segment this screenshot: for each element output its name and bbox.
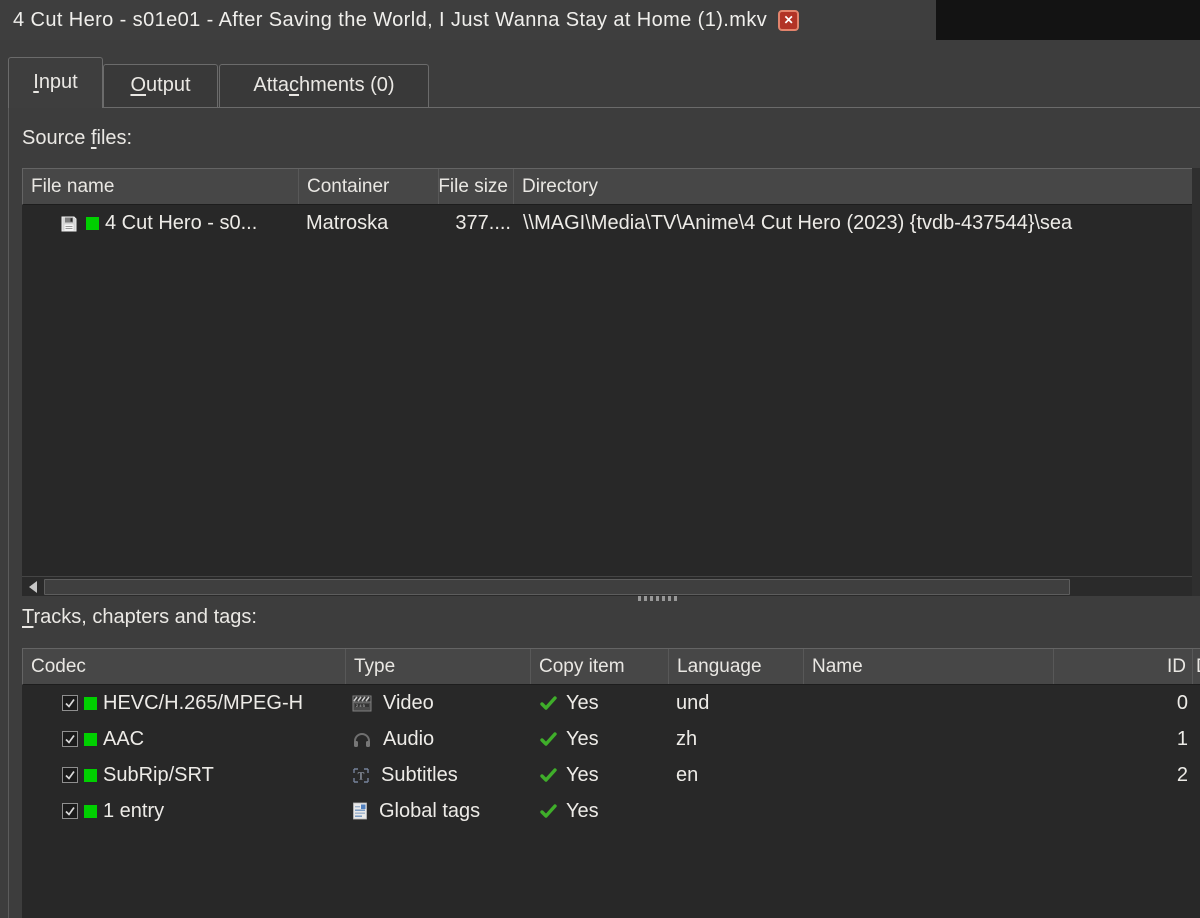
- column-header-file-size[interactable]: File size: [439, 169, 514, 204]
- track-language: und: [668, 685, 803, 721]
- video-icon: 2 4 5: [352, 695, 372, 712]
- column-header-codec[interactable]: Codec: [23, 649, 346, 684]
- track-checkbox[interactable]: [62, 767, 78, 783]
- yes-check-icon: [540, 696, 557, 711]
- tab-pane-left-border: [8, 107, 9, 918]
- track-row-global-tags[interactable]: 1 entry Global tags: [22, 793, 1200, 829]
- splitter-handle[interactable]: [638, 596, 677, 601]
- track-id: 2: [1053, 757, 1192, 793]
- tab-attachments-label-post: hments (0): [299, 74, 395, 96]
- track-status-square: [84, 733, 97, 746]
- tab-attachments[interactable]: Attachments (0): [219, 64, 429, 107]
- column-header-file-name[interactable]: File name: [23, 169, 299, 204]
- source-file-row[interactable]: 4 Cut Hero - s0... Matroska 377.... \\MA…: [22, 205, 1192, 242]
- svg-text:2 4 5: 2 4 5: [356, 703, 366, 708]
- tab-output-label-post: utput: [146, 74, 190, 96]
- track-id: 1: [1053, 721, 1192, 757]
- column-header-name[interactable]: Name: [804, 649, 1054, 684]
- horizontal-scrollbar[interactable]: [22, 576, 1192, 596]
- subtitles-icon: T: [352, 767, 370, 784]
- track-id: [1053, 793, 1192, 829]
- source-table-right-edge: [1192, 168, 1200, 596]
- file-icon: [60, 215, 78, 233]
- yes-check-icon: [540, 804, 557, 819]
- track-status-square: [84, 805, 97, 818]
- track-type: Video: [383, 692, 434, 715]
- track-copy-item: Yes: [566, 692, 599, 715]
- column-header-partial[interactable]: D: [1193, 649, 1200, 684]
- source-files-label: Source files:: [22, 127, 132, 150]
- source-file-size: 377....: [438, 205, 513, 242]
- track-name: [803, 685, 1053, 721]
- track-status-square: [84, 769, 97, 782]
- track-language: zh: [668, 721, 803, 757]
- file-tab-bar: 4 Cut Hero - s01e01 - After Saving the W…: [0, 0, 1200, 40]
- column-header-container[interactable]: Container: [299, 169, 439, 204]
- track-id: 0: [1053, 685, 1192, 721]
- tracks-header: Codec Type Copy item Language Name ID D: [22, 648, 1200, 685]
- track-name: [803, 721, 1053, 757]
- track-codec: SubRip/SRT: [103, 764, 214, 787]
- track-status-square: [84, 697, 97, 710]
- column-header-directory[interactable]: Directory: [514, 169, 1192, 204]
- tab-input-label-post: nput: [39, 71, 78, 93]
- track-row-audio[interactable]: AAC Audio Yes zh 1: [22, 721, 1200, 757]
- track-row-subtitles[interactable]: SubRip/SRT T Subtitles Yes en 2: [22, 757, 1200, 793]
- tab-output-mnemonic: O: [130, 74, 146, 96]
- audio-icon: [352, 731, 372, 748]
- track-checkbox[interactable]: [62, 731, 78, 747]
- source-files-table: File name Container File size Directory: [22, 168, 1192, 596]
- tab-pane-top-border: [8, 107, 1200, 108]
- track-codec: 1 entry: [103, 800, 164, 823]
- scrollbar-thumb[interactable]: [44, 579, 1070, 595]
- column-header-copy-item[interactable]: Copy item: [531, 649, 669, 684]
- track-language: [668, 793, 803, 829]
- yes-check-icon: [540, 732, 557, 747]
- file-tab[interactable]: 4 Cut Hero - s01e01 - After Saving the W…: [0, 0, 936, 40]
- track-type: Audio: [383, 728, 434, 751]
- file-status-square: [86, 217, 99, 230]
- track-row-video[interactable]: HEVC/H.265/MPEG-H 2 4 5 Video: [22, 685, 1200, 721]
- track-codec: AAC: [103, 728, 144, 751]
- close-icon[interactable]: ✕: [778, 10, 799, 31]
- track-copy-item: Yes: [566, 800, 599, 823]
- scrollbar-left-arrow-icon[interactable]: [22, 577, 44, 596]
- track-checkbox[interactable]: [62, 803, 78, 819]
- tab-input[interactable]: Input: [8, 57, 103, 108]
- track-name: [803, 757, 1053, 793]
- track-name: [803, 793, 1053, 829]
- track-checkbox[interactable]: [62, 695, 78, 711]
- track-copy-item: Yes: [566, 728, 599, 751]
- tab-attachments-mnemonic: c: [289, 74, 299, 96]
- tab-output[interactable]: Output: [103, 64, 218, 107]
- track-codec: HEVC/H.265/MPEG-H: [103, 692, 303, 715]
- svg-text:T: T: [358, 770, 365, 782]
- column-header-id[interactable]: ID: [1054, 649, 1193, 684]
- source-files-header: File name Container File size Directory: [22, 168, 1192, 205]
- file-tab-title: 4 Cut Hero - s01e01 - After Saving the W…: [13, 9, 767, 32]
- tracks-table: Codec Type Copy item Language Name ID D …: [22, 648, 1200, 918]
- tracks-label: Tracks, chapters and tags:: [22, 606, 257, 629]
- track-copy-item: Yes: [566, 764, 599, 787]
- yes-check-icon: [540, 768, 557, 783]
- source-file-container: Matroska: [298, 205, 438, 242]
- global-tags-icon: [352, 802, 368, 820]
- column-header-type[interactable]: Type: [346, 649, 531, 684]
- mkvtoolnix-window: 4 Cut Hero - s01e01 - After Saving the W…: [0, 0, 1200, 918]
- track-type: Subtitles: [381, 764, 458, 787]
- source-file-name: 4 Cut Hero - s0...: [105, 212, 257, 235]
- column-header-language[interactable]: Language: [669, 649, 804, 684]
- track-language: en: [668, 757, 803, 793]
- tab-attachments-label-pre: Atta: [253, 74, 289, 96]
- track-type: Global tags: [379, 800, 480, 823]
- source-file-directory: \\MAGI\Media\TV\Anime\4 Cut Hero (2023) …: [513, 205, 1192, 242]
